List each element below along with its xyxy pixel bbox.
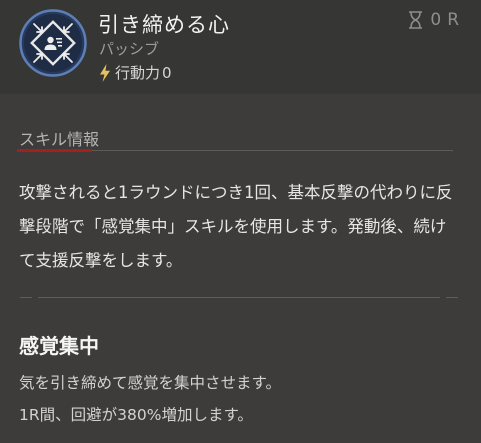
action-cost-value: 0	[162, 63, 172, 82]
cooldown-value: 0	[430, 10, 442, 30]
action-cost: 行動力 0	[99, 62, 172, 83]
action-cost-label: 行動力	[115, 64, 161, 82]
skill-type: パッシブ	[99, 40, 160, 58]
skill-description: 攻撃されると1ラウンドにつき1回、基本反撃の代わりに反撃段階で「感覚集中」スキル…	[19, 183, 453, 270]
buff-description-line: 気を引き締めて感覚を集中させます。	[19, 374, 281, 392]
buff-effect-line: 1R間、回避が380%増加します。	[19, 406, 253, 424]
person-focus-arrows-icon	[19, 9, 87, 77]
buff-name: 感覚集中	[19, 334, 99, 358]
lightning-icon	[100, 63, 110, 82]
section-accent-underline	[17, 149, 92, 152]
content-divider	[20, 297, 458, 298]
hourglass-icon	[409, 11, 423, 29]
skill-header: 引き締める心 パッシブ 行動力 0 0 R	[0, 0, 481, 94]
cooldown-unit: R	[447, 10, 459, 30]
section-label-skill-info: スキル情報	[19, 130, 100, 149]
skill-title: 引き締める心	[98, 13, 230, 37]
cooldown: 0 R	[408, 10, 459, 30]
